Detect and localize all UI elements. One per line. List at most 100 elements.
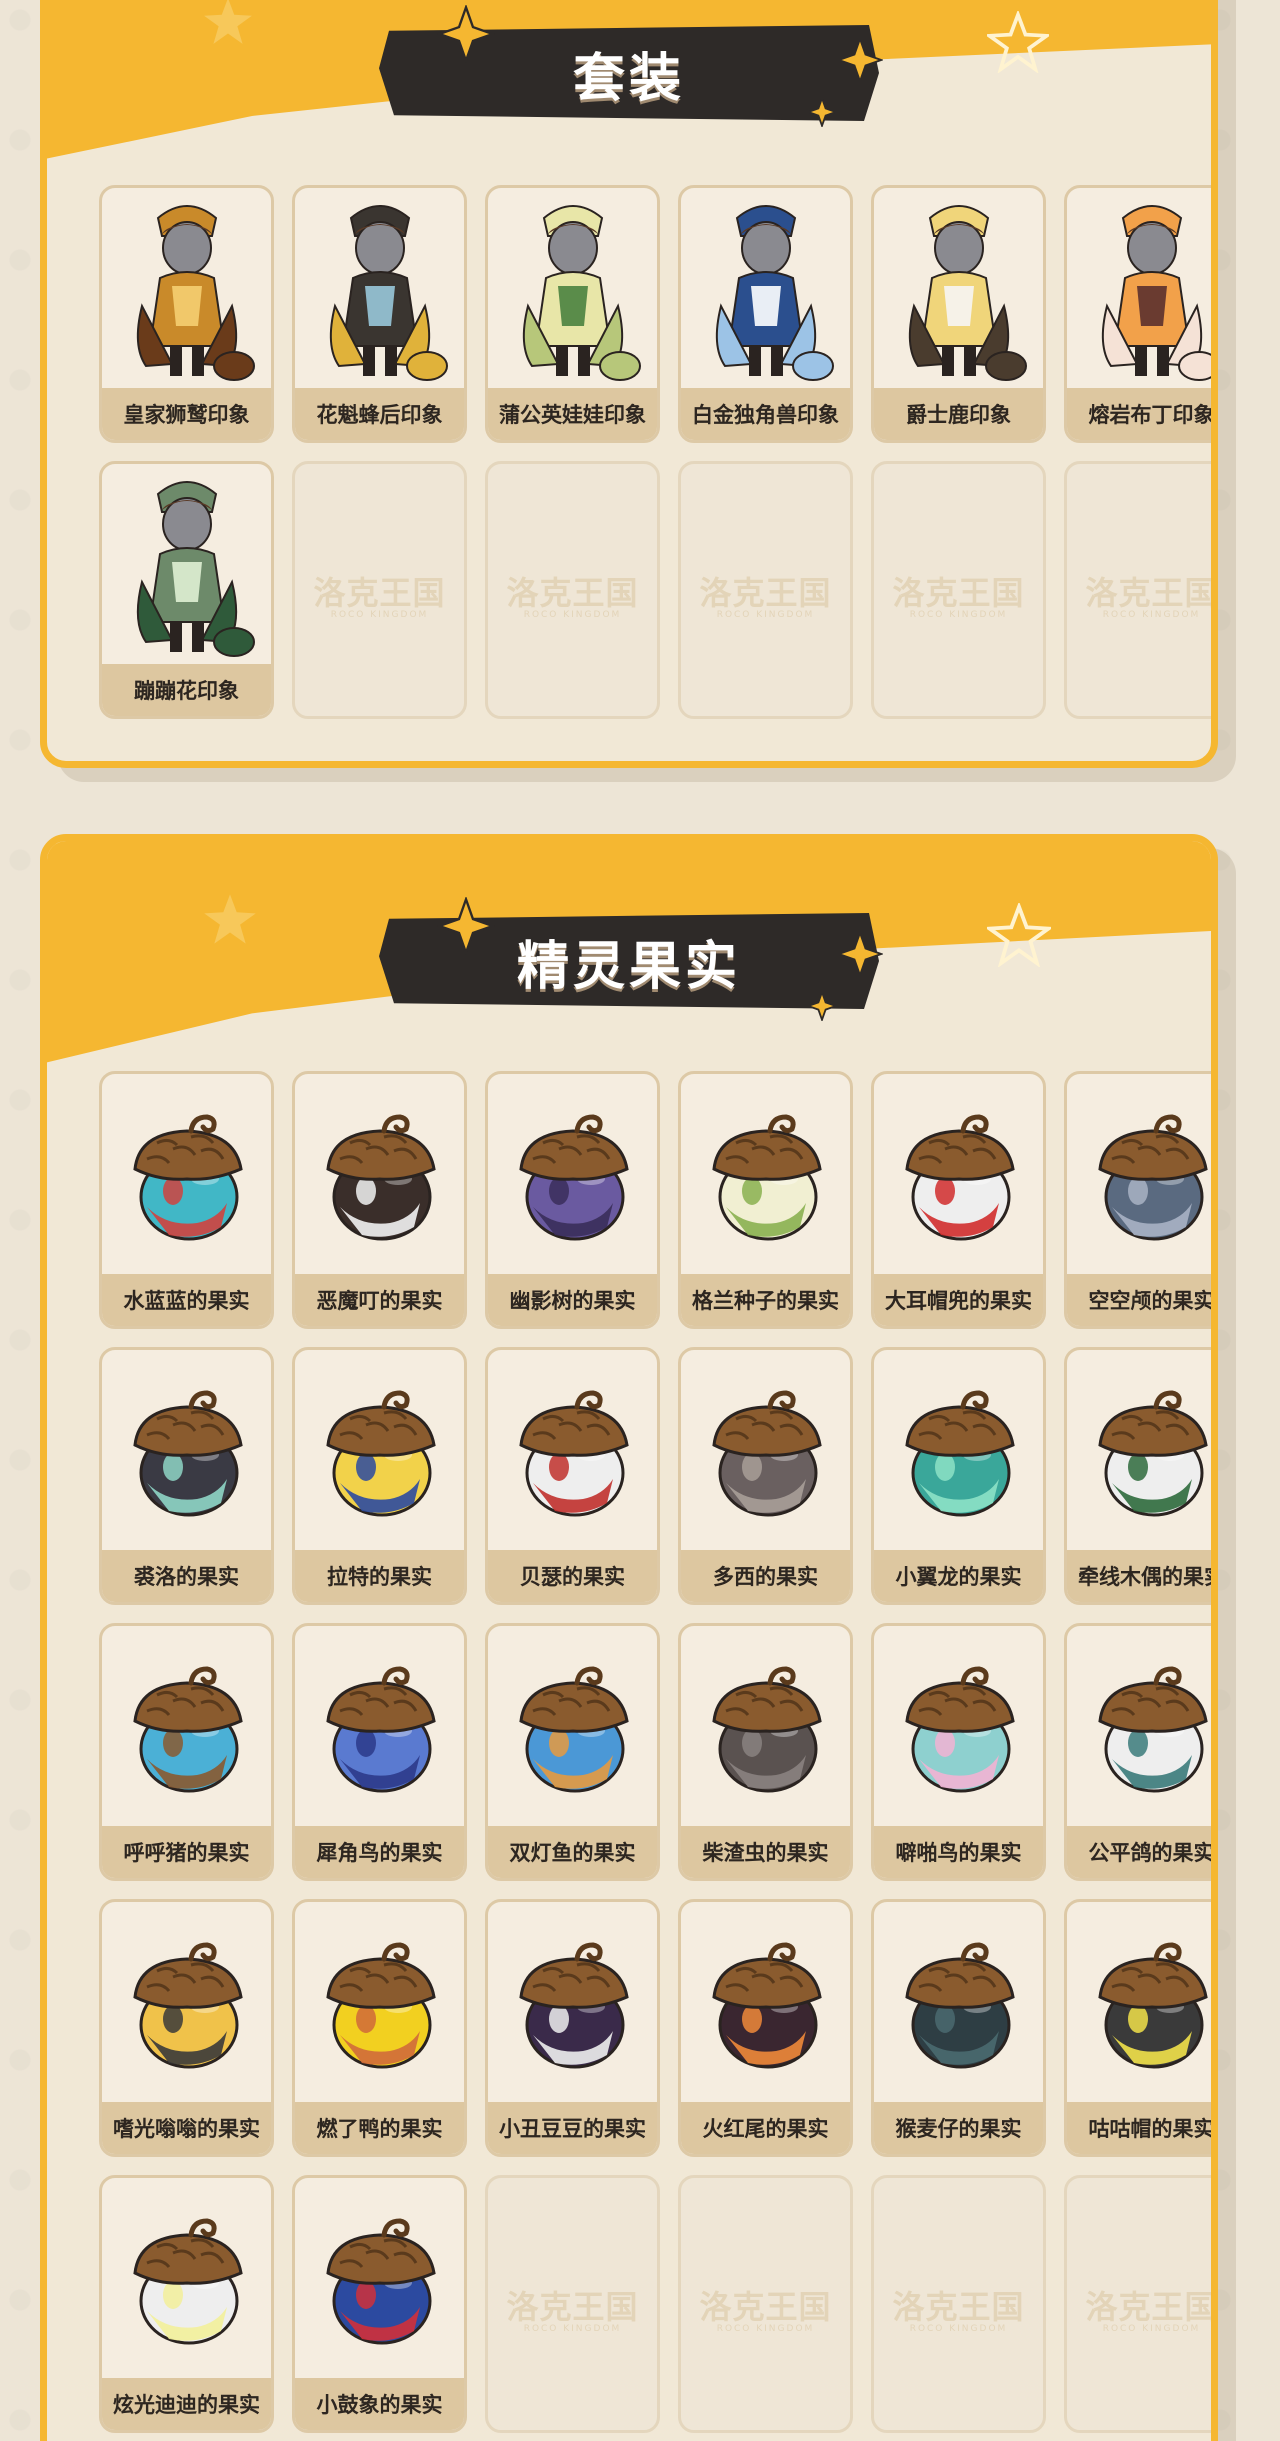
outfit-card[interactable]: 熔岩布丁印象: [1064, 185, 1211, 443]
fruit-card[interactable]: 大耳帽兜的果实: [871, 1071, 1046, 1329]
acorn-fruit-icon: [132, 1942, 243, 2069]
outfit-character-icon: [908, 205, 1027, 381]
fruit-card[interactable]: 咕咕帽的果实: [1064, 1899, 1211, 2157]
card-label: 双灯鱼的果实: [488, 1826, 657, 1878]
card-label: 贝瑟的果实: [488, 1550, 657, 1602]
acorn-fruit-icon: [518, 1114, 629, 1241]
outfit-card[interactable]: 爵士鹿印象: [871, 185, 1046, 443]
card-image: [874, 1074, 1043, 1280]
fruit-card[interactable]: 燃了鸭的果实: [292, 1899, 467, 2157]
card-image: [295, 1626, 464, 1832]
fruit-card[interactable]: 犀角鸟的果实: [292, 1623, 467, 1881]
card-image: [874, 1350, 1043, 1556]
card-label: 幽影树的果实: [488, 1274, 657, 1326]
card-image: [102, 1350, 271, 1556]
fruit-card[interactable]: 恶魔叮的果实: [292, 1071, 467, 1329]
acorn-fruit-icon: [711, 1390, 822, 1517]
card-label: 火红尾的果实: [681, 2102, 850, 2154]
card-label: 大耳帽兜的果实: [874, 1274, 1043, 1326]
empty-slot-card: 洛克王国 ROCO KINGDOM: [1064, 2175, 1218, 2433]
card-image: [102, 1902, 271, 2108]
roco-kingdom-logo: 洛克王国: [1085, 2288, 1218, 2326]
outfit-character-icon: [522, 205, 641, 381]
fruit-card[interactable]: 幽影树的果实: [485, 1071, 660, 1329]
fruit-card[interactable]: 柴渣虫的果实: [678, 1623, 853, 1881]
roco-kingdom-logo: 洛克王国: [892, 574, 1025, 612]
empty-slot-card: 洛克王国 ROCO KINGDOM: [1064, 461, 1218, 719]
card-label: 柴渣虫的果实: [681, 1826, 850, 1878]
fruit-card[interactable]: 多西的果实: [678, 1347, 853, 1605]
fruit-card[interactable]: 小鼓象的果实: [292, 2175, 467, 2433]
card-label: 犀角鸟的果实: [295, 1826, 464, 1878]
fruit-card[interactable]: 格兰种子的果实: [678, 1071, 853, 1329]
outfits-panel: 套装 皇家狮鹫印象 花魁蜂后印象 蒲公英娃娃印象 白金独角兽印象 爵士鹿印象 熔岩布丁印象…: [40, 0, 1218, 768]
card-image: [681, 1074, 850, 1280]
card-image: [1067, 1350, 1211, 1556]
roco-kingdom-logo: 洛克王国: [699, 574, 832, 612]
acorn-fruit-icon: [904, 1114, 1015, 1241]
fruit-card[interactable]: 裘洛的果实: [99, 1347, 274, 1605]
acorn-fruit-icon: [1097, 1942, 1208, 2069]
outfit-character-icon: [136, 205, 255, 381]
acorn-fruit-icon: [518, 1942, 629, 2069]
fruit-card[interactable]: 火红尾的果实: [678, 1899, 853, 2157]
acorn-fruit-icon: [904, 1666, 1015, 1793]
card-image: [488, 1350, 657, 1556]
fruit-card[interactable]: 噼啪鸟的果实: [871, 1623, 1046, 1881]
fruit-card[interactable]: 拉特的果实: [292, 1347, 467, 1605]
fruit-card[interactable]: 空空颅的果实: [1064, 1071, 1211, 1329]
card-label: 噼啪鸟的果实: [874, 1826, 1043, 1878]
star-icon: [807, 991, 837, 1021]
fruit-card[interactable]: 小翼龙的果实: [871, 1347, 1046, 1605]
fruit-card[interactable]: 水蓝蓝的果实: [99, 1071, 274, 1329]
acorn-fruit-icon: [711, 1666, 822, 1793]
roco-kingdom-logo-subtitle: ROCO KINGDOM: [523, 610, 622, 620]
card-image: [874, 1902, 1043, 2108]
card-image: [874, 188, 1043, 394]
card-label: 猴麦仔的果实: [874, 2102, 1043, 2154]
card-label: 公平鸽的果实: [1067, 1826, 1211, 1878]
outfit-card[interactable]: 白金独角兽印象: [678, 185, 853, 443]
outfit-card[interactable]: 蹦蹦花印象: [99, 461, 274, 719]
card-label: 多西的果实: [681, 1550, 850, 1602]
fruit-card[interactable]: 牵线木偶的果实: [1064, 1347, 1211, 1605]
outfit-card[interactable]: 花魁蜂后印象: [292, 185, 467, 443]
star-icon: [807, 97, 837, 127]
roco-kingdom-logo-subtitle: ROCO KINGDOM: [909, 610, 1008, 620]
star-icon: [837, 37, 883, 83]
fruit-card[interactable]: 贝瑟的果实: [485, 1347, 660, 1605]
card-label: 小丑豆豆的果实: [488, 2102, 657, 2154]
card-label: 咕咕帽的果实: [1067, 2102, 1211, 2154]
fruit-card[interactable]: 炫光迪迪的果实: [99, 2175, 274, 2433]
card-label: 呼呼猪的果实: [102, 1826, 271, 1878]
acorn-fruit-icon: [132, 2218, 243, 2345]
roco-kingdom-logo: 洛克王国: [1085, 574, 1218, 612]
fruit-card[interactable]: 小丑豆豆的果实: [485, 1899, 660, 2157]
outfit-card[interactable]: 蒲公英娃娃印象: [485, 185, 660, 443]
card-image: [681, 1350, 850, 1556]
card-image: [1067, 1626, 1211, 1832]
card-label: 牵线木偶的果实: [1067, 1550, 1211, 1602]
acorn-fruit-icon: [1097, 1666, 1208, 1793]
card-image: [102, 2178, 271, 2384]
acorn-fruit-icon: [132, 1666, 243, 1793]
outfit-card[interactable]: 皇家狮鹫印象: [99, 185, 274, 443]
fruit-card[interactable]: 嗜光嗡嗡的果实: [99, 1899, 274, 2157]
card-label: 熔岩布丁印象: [1067, 388, 1211, 440]
section-title: 套装: [572, 48, 685, 109]
fruit-card[interactable]: 公平鸽的果实: [1064, 1623, 1211, 1881]
card-image: [1067, 188, 1211, 394]
card-image: [102, 1074, 271, 1280]
acorn-fruit-icon: [1097, 1390, 1208, 1517]
roco-kingdom-logo: 洛克王国: [506, 2288, 639, 2326]
acorn-fruit-icon: [518, 1666, 629, 1793]
fruit-card[interactable]: 双灯鱼的果实: [485, 1623, 660, 1881]
fruit-card[interactable]: 猴麦仔的果实: [871, 1899, 1046, 2157]
fruits-grid: 水蓝蓝的果实 恶魔叮的果实 幽影树的果实 格兰种子的果实 大耳帽兜的果实 空空颅的果实裘洛…: [99, 1071, 1218, 2433]
empty-slot-card: 洛克王国 ROCO KINGDOM: [485, 461, 660, 719]
fruit-card[interactable]: 呼呼猪的果实: [99, 1623, 274, 1881]
card-label: 花魁蜂后印象: [295, 388, 464, 440]
card-label: 嗜光嗡嗡的果实: [102, 2102, 271, 2154]
roco-kingdom-logo: 洛克王国: [313, 574, 446, 612]
card-label: 裘洛的果实: [102, 1550, 271, 1602]
